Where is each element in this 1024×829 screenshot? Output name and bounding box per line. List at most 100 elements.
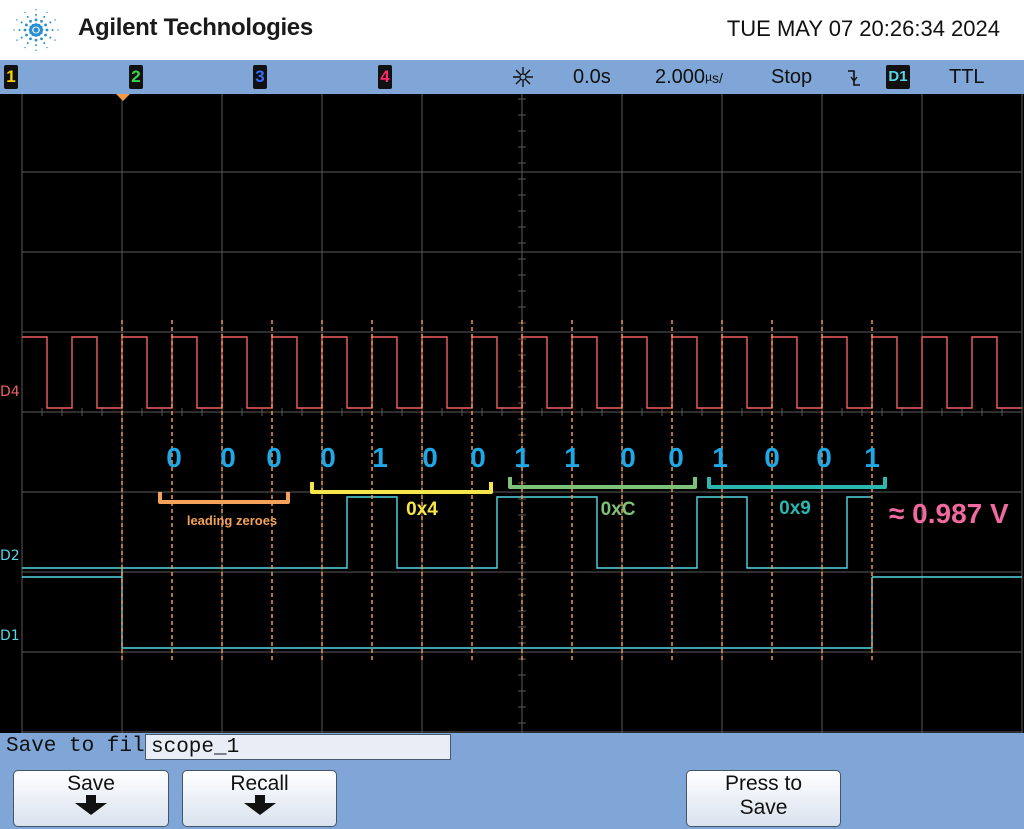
- channel-4-button[interactable]: 4: [378, 65, 392, 89]
- save-softkey[interactable]: Save: [13, 770, 169, 827]
- logo-dot: [35, 13, 37, 16]
- d1-select-trace: [121, 568, 873, 649]
- press-to-save-softkey[interactable]: Press to Save: [686, 770, 841, 827]
- logo-dot: [34, 18, 38, 22]
- channel-2-button[interactable]: 2: [129, 65, 143, 89]
- bit-label: 0: [764, 442, 780, 473]
- bit-label: 0: [166, 442, 182, 473]
- logo-dot: [51, 29, 54, 31]
- timebase-unit-prefix: µ: [705, 70, 712, 84]
- logo-dot: [46, 11, 48, 14]
- logo-dot: [35, 49, 37, 51]
- trigger-source[interactable]: D1: [886, 65, 910, 89]
- logo-dot: [54, 19, 56, 21]
- logo-dot: [54, 39, 56, 41]
- voltage-readout: ≈ 0.987 V: [889, 498, 1009, 529]
- date-time: TUE MAY 07 20:26:34 2024: [726, 16, 1000, 41]
- bit-label: 1: [712, 442, 728, 473]
- logo-dot: [34, 38, 38, 42]
- bit-label: 0: [422, 442, 438, 473]
- channel-2-label: 2: [131, 67, 141, 86]
- save-softkey-label: Save: [67, 772, 115, 795]
- waveform-canvas: D4 D2 D1 000010011001001 leading zeroes …: [0, 91, 1023, 733]
- down-arrow-icon: [75, 795, 107, 815]
- channel-1-button[interactable]: 1: [4, 65, 18, 89]
- logo-dot: [49, 36, 52, 39]
- channel-label-d2: D2: [0, 548, 20, 564]
- bit-label: 0: [620, 442, 636, 473]
- logo-dot: [25, 33, 28, 37]
- bit-label: 0: [266, 442, 282, 473]
- group-bracket: [508, 477, 697, 489]
- logo-dot: [44, 33, 47, 37]
- logo-dot: [46, 46, 48, 49]
- logo-dot: [24, 11, 26, 14]
- horizontal-delay[interactable]: 0.0s: [573, 64, 611, 90]
- logo-dot: [38, 25, 43, 30]
- group-label-0xC: 0xC: [601, 499, 636, 520]
- bit-label: 1: [564, 442, 580, 473]
- group-bracket: [158, 492, 290, 504]
- channel-label-d4: D4: [0, 384, 20, 400]
- logo-dot: [35, 9, 37, 11]
- group-label-0x4: 0x4: [406, 499, 438, 520]
- channel-label-d1: D1: [0, 628, 20, 644]
- trigger-level[interactable]: TTL: [949, 64, 985, 90]
- bit-label: 1: [372, 442, 388, 473]
- group-label-leading-zeroes: leading zeroes: [187, 513, 277, 528]
- channel-3-button[interactable]: 3: [253, 65, 267, 89]
- logo-dot: [13, 29, 15, 31]
- d1-waveform: [121, 568, 873, 649]
- bit-label: 1: [514, 442, 530, 473]
- logo-dot: [43, 15, 46, 18]
- logo-dot: [20, 36, 23, 39]
- timebase-value: 2.000: [655, 66, 706, 88]
- channel-3-label: 3: [255, 67, 265, 86]
- timebase-unit: s/: [711, 70, 723, 86]
- brand-name: Agilent Technologies: [78, 14, 313, 41]
- logo-dot: [26, 15, 29, 18]
- run-state[interactable]: Stop: [771, 64, 812, 90]
- logo-dot: [16, 39, 18, 41]
- agilent-spark-logo-icon: [13, 9, 59, 51]
- logo-dot: [40, 19, 43, 23]
- recall-softkey[interactable]: Recall: [182, 770, 337, 827]
- acquire-star-icon[interactable]: [511, 66, 535, 88]
- trigger-position-marker-icon[interactable]: [116, 94, 130, 101]
- bit-label: 1: [864, 442, 880, 473]
- logo-dot: [24, 46, 26, 49]
- channel-1-label: 1: [6, 67, 16, 86]
- group-label-0x9: 0x9: [779, 498, 811, 519]
- logo-dot: [44, 23, 47, 27]
- group-bracket: [310, 482, 493, 494]
- logo-dot: [33, 27, 39, 33]
- trigger-source-label: D1: [888, 68, 908, 85]
- press-to-save-line1: Press to: [724, 772, 803, 795]
- softkey-panel: Save to file = scope_1 Save Recall Press…: [0, 733, 1024, 829]
- bit-label: 0: [220, 442, 236, 473]
- timebase-readout[interactable]: 2.000µs/: [655, 64, 723, 91]
- logo-dot: [25, 23, 28, 27]
- logo-dot: [49, 21, 52, 24]
- logo-dot: [23, 28, 27, 32]
- logo-dot: [45, 28, 49, 32]
- logo-dot: [16, 19, 18, 21]
- recall-softkey-label: Recall: [230, 772, 289, 795]
- logo-dot: [40, 37, 43, 41]
- bit-label: 0: [668, 442, 684, 473]
- header-bar: Agilent Technologies TUE MAY 07 20:26:34…: [0, 0, 1024, 60]
- logo-dot: [18, 29, 21, 31]
- waveform-display[interactable]: D4 D2 D1 000010011001001 leading zeroes …: [0, 91, 1024, 733]
- group-bracket: [707, 477, 887, 489]
- d2-waveform: [22, 496, 872, 569]
- logo-dot: [35, 44, 37, 47]
- bit-label: 0: [320, 442, 336, 473]
- status-bar: 1 2 3 4 0.0s 2.000µs/ Stop D1 TTL: [0, 60, 1024, 95]
- press-to-save-line2: Save: [739, 796, 788, 819]
- logo-dot: [57, 29, 59, 31]
- down-arrow-icon: [243, 795, 276, 815]
- logo-dot: [29, 37, 32, 41]
- filename-field[interactable]: scope_1: [145, 734, 451, 760]
- logo-dot: [20, 21, 23, 24]
- falling-edge-icon[interactable]: [846, 68, 862, 88]
